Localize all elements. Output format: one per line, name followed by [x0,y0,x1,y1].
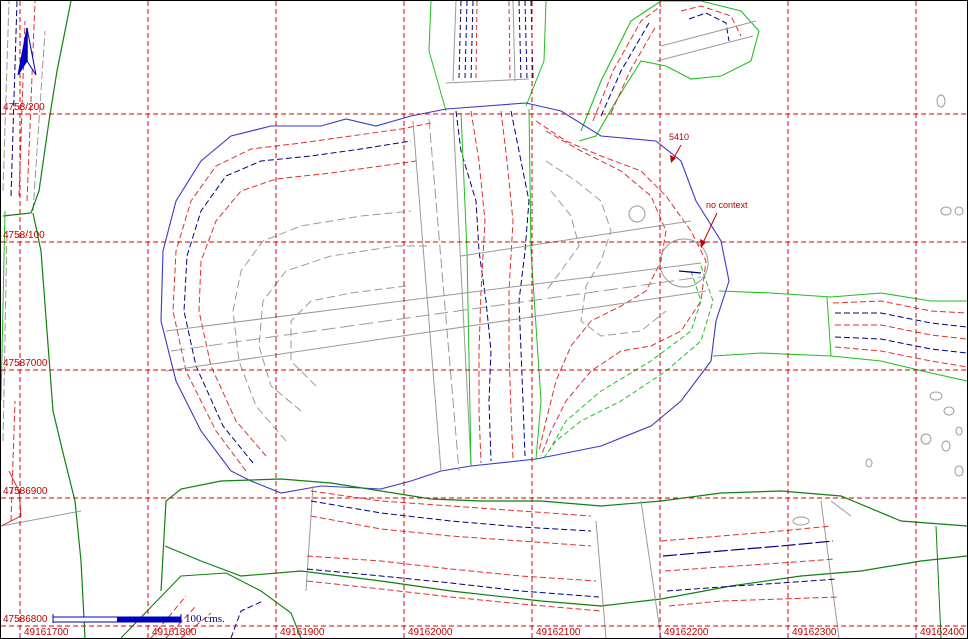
grid-label-x-8: 49162400 [920,627,965,638]
right-road [712,290,967,382]
grid-label-y-2: 4758/100 [3,230,45,241]
grid-label-x-5: 49162100 [536,627,581,638]
left-road-contours [1,1,46,527]
grid-label-x-6: 49162200 [664,627,709,638]
grid-label-x-1: 49161700 [24,627,69,638]
scale-bar [52,614,182,623]
grid-label-y-5: 47586800 [3,614,48,625]
no-context-label: no context [706,200,748,210]
grid-label-y-4: 47586900 [3,486,48,497]
right-rocks [792,94,964,526]
grid-label-x-4: 49162000 [408,627,453,638]
upper-right-loop [578,1,760,142]
grid-label-y-3: 47587000 [3,358,48,369]
grid-label-x-2: 49161800 [152,627,197,638]
hill-boundary [160,102,730,494]
grid-label-y-1: 4758/200 [3,102,45,113]
map-canvas[interactable]: 4758/200 4758/100 47587000 47586900 4758… [1,1,967,638]
grid-label-x-7: 49162300 [792,627,837,638]
grid-label-x-3: 49161900 [280,627,325,638]
scale-bar-label: 100 cms. [185,613,225,625]
map-view[interactable]: 4758/200 4758/100 47587000 47586900 4758… [0,0,968,639]
bottom-road [1,478,967,638]
left-green-boundary [2,1,86,638]
map-features [1,1,967,638]
elevation-label: 5410 [669,132,689,142]
top-center-road [428,1,547,112]
